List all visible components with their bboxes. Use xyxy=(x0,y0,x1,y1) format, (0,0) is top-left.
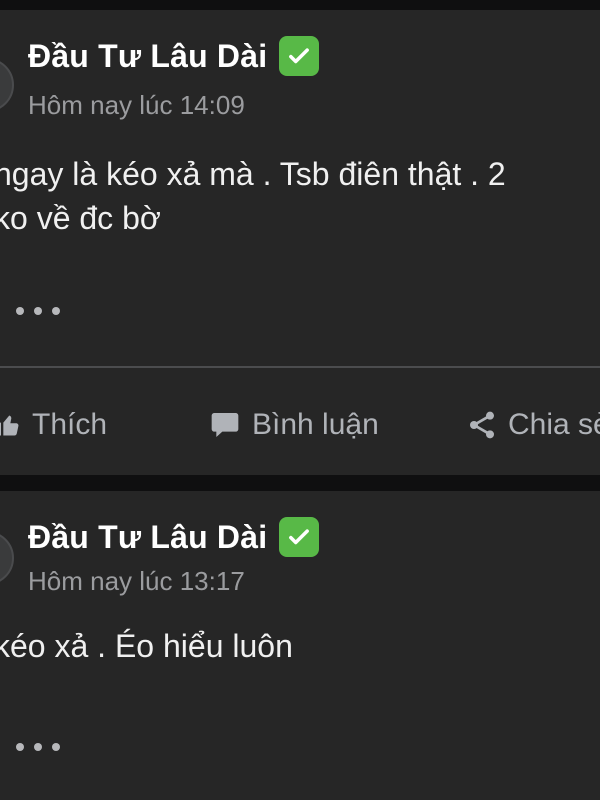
post-actions-bar: Thích Bình luận Chia sẻ xyxy=(0,408,600,456)
comment-label: Bình luận xyxy=(252,408,379,441)
avatar[interactable] xyxy=(0,58,14,112)
post-content: ngay là kéo xả mà . Tsb điên thật . 2 ko… xyxy=(0,156,506,236)
verified-check-icon xyxy=(279,36,320,76)
share-label: Chia sẻ xyxy=(508,408,600,441)
more-options-icon[interactable] xyxy=(16,307,60,315)
share-icon xyxy=(466,409,498,441)
verified-check-icon xyxy=(279,517,320,557)
comment-button[interactable]: Bình luận xyxy=(208,408,379,442)
more-options-icon[interactable] xyxy=(16,743,60,751)
divider xyxy=(0,366,600,368)
post-author-row: Đầu Tư Lâu Dài xyxy=(28,36,320,76)
feed-post: Đầu Tư Lâu Dài Hôm nay lúc 13:17 kéo xả … xyxy=(0,491,600,800)
post-author-row: Đầu Tư Lâu Dài xyxy=(28,517,320,557)
post-timestamp[interactable]: Hôm nay lúc 13:17 xyxy=(28,566,245,597)
author-name[interactable]: Đầu Tư Lâu Dài xyxy=(28,38,267,75)
like-button[interactable]: Thích xyxy=(0,408,107,442)
share-button[interactable]: Chia sẻ xyxy=(466,408,600,442)
author-name[interactable]: Đầu Tư Lâu Dài xyxy=(28,519,267,556)
thumbs-up-icon xyxy=(0,411,22,439)
like-label: Thích xyxy=(32,408,108,441)
post-timestamp[interactable]: Hôm nay lúc 14:09 xyxy=(28,90,245,121)
news-feed: Đầu Tư Lâu Dài Hôm nay lúc 14:09 ngay là… xyxy=(0,0,600,800)
feed-post: Đầu Tư Lâu Dài Hôm nay lúc 14:09 ngay là… xyxy=(0,10,600,475)
avatar[interactable] xyxy=(0,531,14,585)
post-content: kéo xả . Éo hiểu luôn xyxy=(0,628,293,664)
comment-icon xyxy=(208,409,242,441)
